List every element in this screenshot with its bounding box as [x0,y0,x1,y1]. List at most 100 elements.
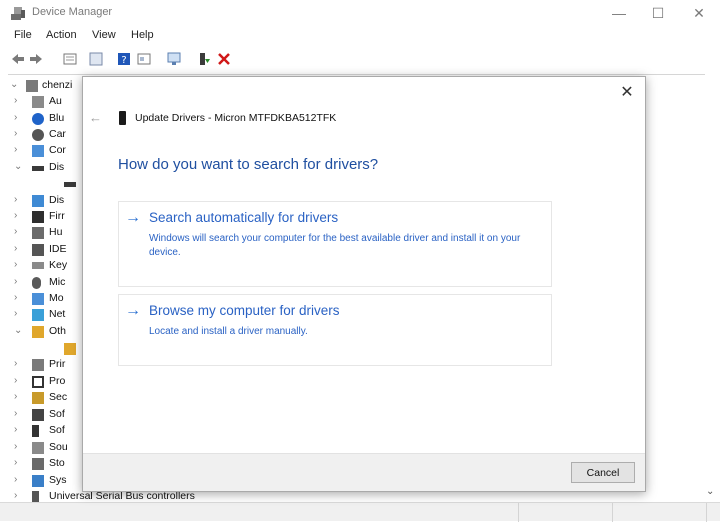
tree-item-label: Sec [49,391,68,403]
processor-icon [32,376,44,388]
back-arrow-icon[interactable] [10,51,26,67]
chevron-down-icon[interactable]: ⌄ [14,161,22,172]
chevron-down-icon[interactable]: ⌄ [10,79,18,90]
security-device-icon [32,392,44,404]
toolbar: ? [0,48,720,70]
chevron-right-icon[interactable]: › [14,375,17,386]
speaker-icon [32,442,44,454]
chevron-right-icon[interactable]: › [14,474,17,485]
menu-view[interactable]: View [92,29,116,41]
show-hidden-icon[interactable] [136,51,152,67]
status-divider [612,503,613,522]
help-pane-icon[interactable] [88,51,104,67]
close-icon[interactable]: ✕ [617,83,637,103]
svg-text:?: ? [121,55,126,66]
tree-item-label: Sou [49,441,68,453]
chevron-down-icon[interactable]: ⌄ [14,325,22,336]
chevron-right-icon[interactable]: › [14,226,17,237]
chevron-right-icon[interactable]: › [14,408,17,419]
tree-item-label: Net [49,308,66,320]
uninstall-device-icon[interactable] [216,51,232,67]
menu-action[interactable]: Action [46,29,77,41]
search-automatically-option[interactable]: → Search automatically for drivers Windo… [118,201,552,287]
software-device-icon [32,425,39,437]
arrow-right-icon: → [125,302,141,319]
title-bar: Device Manager — ☐ ✕ [0,0,720,26]
printer-icon [32,359,44,371]
ide-icon [32,244,44,256]
chevron-right-icon[interactable]: › [14,308,17,319]
chevron-right-icon[interactable]: › [14,194,17,205]
tree-item-label: Dis [49,194,65,206]
firmware-icon [32,211,44,223]
chevron-right-icon[interactable]: › [14,112,17,123]
chevron-right-icon[interactable]: › [14,144,17,155]
tree-item-label: Cor [49,144,66,156]
option-description: Windows will search your computer for th… [149,233,521,258]
computer-icon [26,80,38,92]
camera-icon [32,129,44,141]
keyboard-icon [32,262,44,269]
option-title: Browse my computer for drivers [149,303,340,318]
close-window-button[interactable]: ✕ [684,3,714,23]
tree-item-label: Au [49,95,62,107]
chevron-right-icon[interactable]: › [14,391,17,402]
chevron-right-icon[interactable]: › [14,441,17,452]
hid-icon [32,227,44,239]
system-device-icon [32,475,44,487]
unknown-device-icon [32,326,44,338]
dialog-heading: How do you want to search for drivers? [118,156,379,173]
device-manager-icon [11,7,25,20]
back-arrow-icon[interactable]: ← [89,110,102,125]
dialog-title: Update Drivers - Micron MTFDKBA512TFK [135,112,337,124]
chevron-right-icon[interactable]: › [14,490,17,501]
drive-icon [119,111,126,125]
menu-bar: File Action View Help [0,27,720,45]
tree-item-label: Sof [49,408,65,420]
chevron-right-icon[interactable]: › [14,457,17,468]
display-icon [32,195,44,207]
chevron-right-icon[interactable]: › [14,292,17,303]
tree-item-label: Sys [49,474,67,486]
chevron-right-icon[interactable]: › [14,210,17,221]
tree-item-label: Hu [49,226,63,238]
browse-computer-option[interactable]: → Browse my computer for drivers Locate … [118,294,552,366]
properties-icon[interactable] [62,51,78,67]
storage-controller-icon [32,458,44,470]
enable-device-icon[interactable] [196,51,212,67]
warning-device-icon [64,343,76,355]
vertical-scrollbar[interactable] [705,74,720,500]
scan-hardware-icon[interactable] [166,51,182,67]
scroll-down-arrow-icon[interactable]: ⌄ [706,486,714,497]
status-bar [0,502,720,522]
chevron-right-icon[interactable]: › [14,276,17,287]
chevron-right-icon[interactable]: › [14,358,17,369]
tree-item-label: IDE [49,243,67,255]
window-title: Device Manager [32,6,113,18]
chevron-right-icon[interactable]: › [14,243,17,254]
chevron-right-icon[interactable]: › [14,95,17,106]
maximize-button[interactable]: ☐ [643,3,673,23]
tree-item-label: Key [49,259,68,271]
forward-arrow-icon[interactable] [28,51,44,67]
tree-item-label: Mo [49,292,64,304]
disk-drive-icon [64,182,76,187]
arrow-right-icon: → [125,209,141,226]
network-icon [32,309,44,321]
tree-item-label: Mic [49,276,66,288]
tree-root-label: chenzi [42,79,73,91]
chevron-right-icon[interactable]: › [14,424,17,435]
chevron-right-icon[interactable]: › [14,259,17,270]
chevron-right-icon[interactable]: › [14,128,17,139]
help-icon[interactable]: ? [116,51,132,67]
mouse-icon [32,277,41,289]
menu-help[interactable]: Help [131,29,154,41]
minimize-button[interactable]: — [604,3,634,23]
tree-item-label: Sof [49,424,65,436]
tree-item-label: Blu [49,112,65,124]
menu-file[interactable]: File [14,29,32,41]
status-divider [518,503,519,522]
cancel-button[interactable]: Cancel [571,462,635,483]
software-component-icon [32,409,44,421]
audio-icon [32,96,44,108]
